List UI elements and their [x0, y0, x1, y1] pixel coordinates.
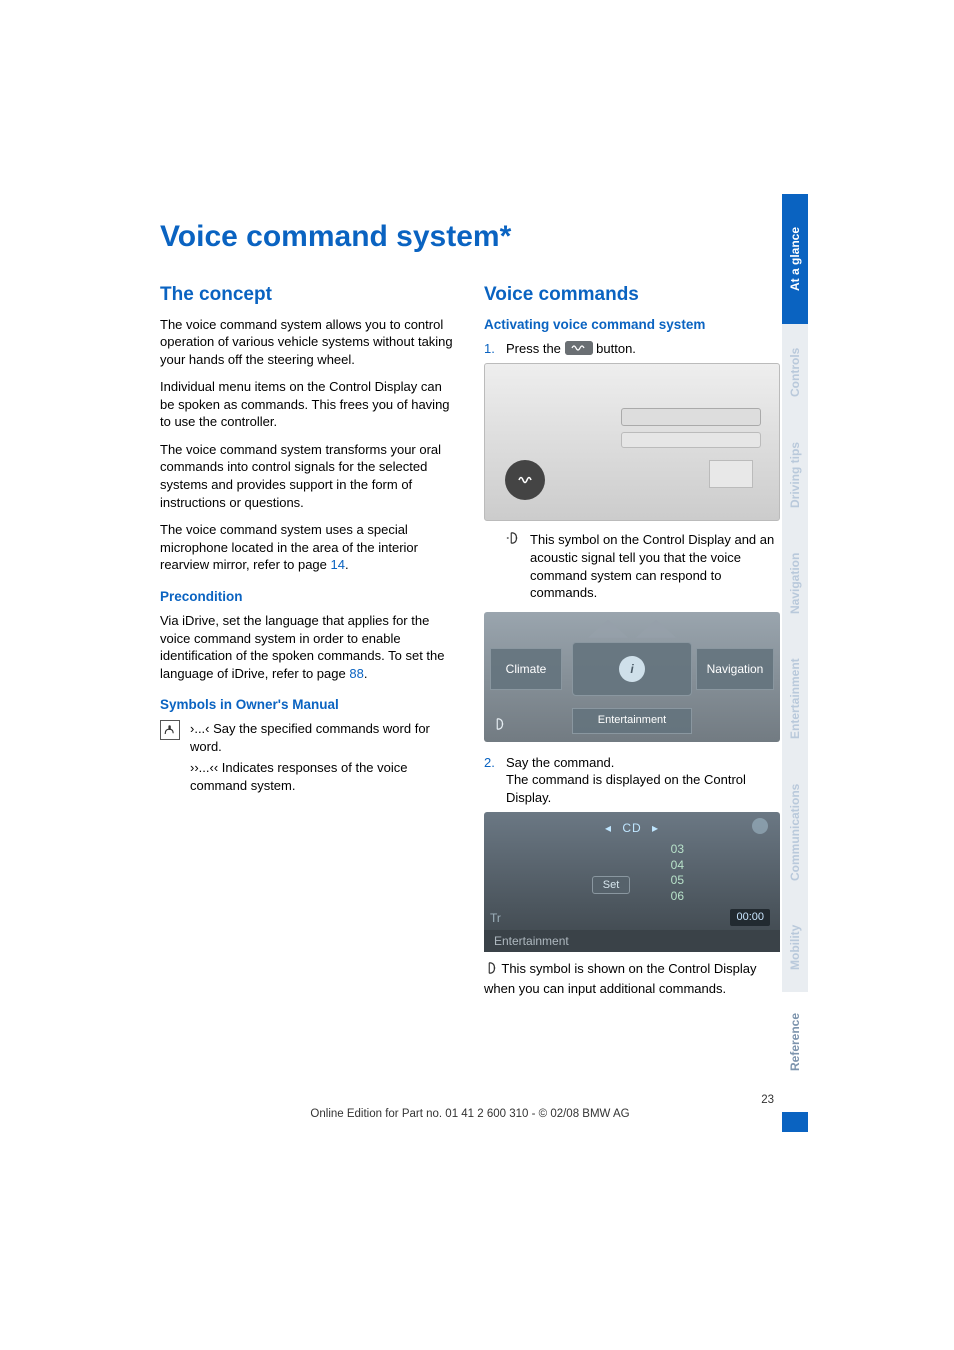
heading-voice-commands: Voice commands	[484, 282, 780, 308]
tab-mobility[interactable]: Mobility	[782, 902, 808, 992]
symbol-say-line: ›...‹ Say the specified commands word fo…	[190, 720, 456, 755]
tab-driving-tips[interactable]: Driving tips	[782, 420, 808, 530]
cd-tr-label: Tr	[490, 910, 501, 926]
tab-at-a-glance[interactable]: At a glance	[782, 194, 808, 324]
page-link-14[interactable]: 14	[331, 557, 345, 572]
tab-entertainment[interactable]: Entertainment	[782, 636, 808, 762]
menu-tile-center: i	[572, 642, 692, 696]
cd-bottom-bar: Entertainment	[484, 930, 780, 952]
step-1-text-a: Press the	[506, 341, 565, 356]
footer-line: Online Edition for Part no. 01 41 2 600 …	[310, 1108, 629, 1120]
cd-num: 03	[671, 842, 684, 858]
precondition-p-a: Via iDrive, set the language that applie…	[160, 613, 444, 681]
left-column: The concept The voice command system all…	[160, 282, 456, 1007]
precondition-p: Via iDrive, set the language that applie…	[160, 612, 456, 682]
voice-listen-icon	[506, 531, 522, 601]
side-tabs: At a glance Controls Driving tips Naviga…	[782, 194, 808, 1092]
step-2-number: 2.	[484, 754, 506, 807]
cd-next-icon: ▸	[652, 821, 659, 835]
voice-input-icon	[484, 961, 498, 980]
note-input-more: This symbol is shown on the Control Disp…	[484, 960, 780, 997]
step-1-text-b: button.	[596, 341, 636, 356]
concept-p2: Individual menu items on the Control Dis…	[160, 378, 456, 431]
step-1-number: 1.	[484, 340, 506, 358]
dash-knobs-icon	[621, 432, 761, 448]
dash-screen-icon	[621, 408, 761, 426]
page-footer: 23 Online Edition for Part no. 01 41 2 6…	[160, 1094, 780, 1120]
mic-box-icon	[160, 720, 180, 740]
info-icon: i	[619, 656, 645, 682]
idrive-menu-illustration: Climate i Navigation Entertainment	[484, 612, 780, 742]
dashboard-illustration	[484, 363, 780, 521]
menu-tile-climate: Climate	[490, 648, 562, 690]
cd-num: 04	[671, 858, 684, 874]
cd-top-row: ◂ CD ▸	[484, 820, 780, 836]
cd-screen-illustration: ◂ CD ▸ 03 04 05 06 Set Tr 00:00 Entertai…	[484, 812, 780, 952]
tab-controls[interactable]: Controls	[782, 324, 808, 420]
steering-voice-button-icon	[505, 460, 545, 500]
heading-symbols: Symbols in Owner's Manual	[160, 696, 456, 714]
tab-reference[interactable]: Reference	[782, 992, 808, 1092]
menu-top-arrow-icon	[588, 620, 628, 638]
cd-set-button: Set	[592, 876, 630, 894]
menu-voice-corner-icon	[492, 717, 506, 735]
concept-p4a: The voice command system uses a special …	[160, 522, 418, 572]
page-edge-marker	[782, 1112, 808, 1132]
concept-p4b: .	[345, 557, 349, 572]
concept-p4: The voice command system uses a special …	[160, 521, 456, 574]
cd-num: 05	[671, 873, 684, 889]
tab-navigation[interactable]: Navigation	[782, 530, 808, 636]
tab-communications[interactable]: Communications	[782, 762, 808, 902]
step-2: 2. Say the command. The command is displ…	[484, 754, 780, 807]
note-listen-text: This symbol on the Control Display and a…	[530, 531, 780, 601]
symbols-row: ›...‹ Say the specified commands word fo…	[160, 720, 456, 798]
menu-top-arrow-icon	[636, 620, 676, 638]
heading-activating: Activating voice command system	[484, 316, 780, 334]
cd-prev-icon: ◂	[605, 821, 612, 835]
page-number: 23	[160, 1094, 780, 1106]
concept-p3: The voice command system transforms your…	[160, 441, 456, 511]
page-title: Voice command system*	[160, 220, 780, 254]
cd-time: 00:00	[730, 909, 770, 926]
voice-button-icon	[565, 341, 593, 355]
heading-precondition: Precondition	[160, 588, 456, 606]
precondition-p-b: .	[364, 666, 368, 681]
concept-p1: The voice command system allows you to c…	[160, 316, 456, 369]
symbol-response-line: ››...‹‹ Indicates responses of the voice…	[190, 759, 456, 794]
cd-track-numbers: 03 04 05 06	[671, 842, 684, 904]
dash-vent-icon	[709, 460, 753, 488]
cd-num: 06	[671, 889, 684, 905]
menu-tile-entertainment: Entertainment	[572, 708, 692, 734]
cd-label: CD	[622, 821, 641, 835]
right-column: Voice commands Activating voice command …	[484, 282, 780, 1007]
note-input-more-text: This symbol is shown on the Control Disp…	[484, 961, 756, 996]
menu-tile-navigation: Navigation	[696, 648, 774, 690]
heading-the-concept: The concept	[160, 282, 456, 308]
page-link-88[interactable]: 88	[349, 666, 363, 681]
step-1: 1. Press the button.	[484, 340, 780, 358]
step-2-text-a: Say the command.	[506, 755, 614, 770]
step-2-text-b: The command is displayed on the Control …	[506, 772, 746, 805]
